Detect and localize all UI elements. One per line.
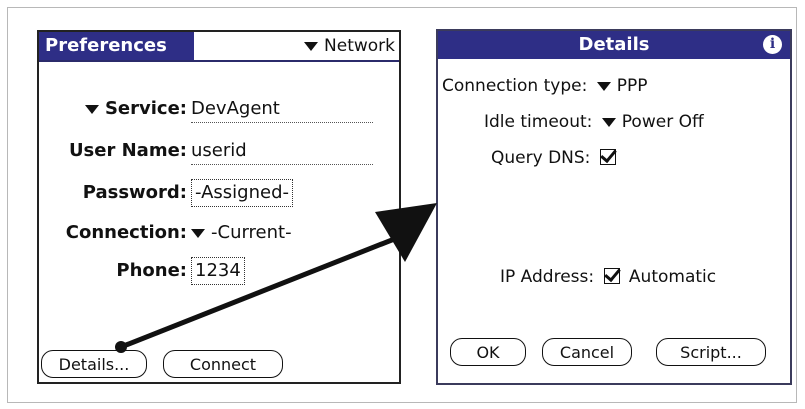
service-label: Service:: [104, 98, 187, 119]
preferences-screen: Preferences Network Service: DevAgent Us…: [37, 30, 401, 384]
phone-row: Phone: 1234: [39, 256, 399, 286]
details-dialog: Details i Connection type: PPP Idle time…: [436, 29, 792, 385]
service-picker[interactable]: Service:: [84, 94, 187, 124]
category-picker[interactable]: Network: [304, 32, 395, 60]
category-label: Network: [324, 36, 395, 56]
details-button[interactable]: Details...: [41, 350, 147, 378]
dialog-title: Details i: [438, 31, 790, 59]
ok-button[interactable]: OK: [450, 338, 526, 366]
phone-field[interactable]: 1234: [191, 257, 245, 285]
phone-label: Phone:: [116, 260, 187, 281]
dropdown-triangle-icon: [191, 228, 205, 238]
username-field[interactable]: userid: [191, 139, 373, 165]
query-dns-checkbox[interactable]: [599, 149, 616, 165]
cancel-button[interactable]: Cancel: [542, 338, 632, 366]
password-label: Password:: [82, 182, 187, 203]
dialog-title-text: Details: [578, 34, 650, 55]
script-button[interactable]: Script...: [656, 338, 766, 366]
username-label: User Name:: [68, 140, 187, 161]
idle-timeout-label: Idle timeout:: [484, 112, 593, 132]
idle-timeout-value: Power Off: [621, 112, 704, 132]
connection-row: Connection: -Current-: [39, 218, 399, 248]
info-icon[interactable]: i: [763, 35, 782, 54]
service-value: DevAgent: [191, 97, 373, 123]
dropdown-triangle-icon: [84, 104, 99, 114]
connection-type-picker[interactable]: PPP: [593, 76, 648, 96]
connection-label: Connection:: [65, 222, 187, 243]
username-row: User Name: userid: [39, 136, 399, 166]
password-field[interactable]: -Assigned-: [191, 179, 293, 207]
idle-timeout-row: Idle timeout: Power Off: [484, 107, 704, 137]
title-bar: Preferences Network: [39, 32, 399, 62]
query-dns-row: Query DNS:: [491, 143, 620, 173]
idle-timeout-picker[interactable]: Power Off: [598, 112, 704, 132]
dropdown-triangle-icon: [304, 41, 319, 51]
connection-value: -Current-: [211, 222, 292, 243]
ip-address-checkbox[interactable]: [603, 268, 620, 284]
connection-type-row: Connection type: PPP: [442, 71, 647, 101]
connection-picker[interactable]: -Current-: [191, 218, 292, 248]
password-row: Password: -Assigned-: [39, 178, 399, 208]
ip-address-label: IP Address:: [500, 267, 595, 287]
app-title: Preferences: [39, 32, 194, 60]
query-dns-label: Query DNS:: [491, 148, 591, 168]
ip-address-value: Automatic: [628, 267, 717, 287]
ip-address-row: IP Address: Automatic: [500, 262, 716, 292]
connection-type-label: Connection type:: [442, 76, 588, 96]
connection-type-value: PPP: [616, 76, 648, 96]
dropdown-triangle-icon: [596, 81, 611, 91]
service-row: Service: DevAgent: [39, 94, 399, 124]
connect-button[interactable]: Connect: [163, 350, 283, 378]
dropdown-triangle-icon: [601, 117, 616, 127]
